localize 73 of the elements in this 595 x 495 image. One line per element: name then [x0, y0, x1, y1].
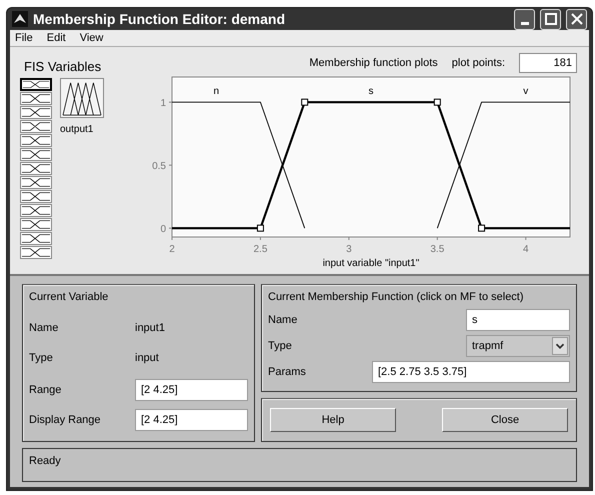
minimize-icon — [520, 22, 528, 25]
plots-label: Membership function plots — [309, 56, 438, 68]
caret-icon — [552, 337, 568, 355]
field-value: input — [135, 352, 160, 364]
x-tick-label: 3.5 — [430, 244, 445, 255]
membership-curve[interactable] — [436, 102, 570, 229]
field-label: Type — [29, 352, 54, 364]
input-variable-icon[interactable] — [20, 78, 52, 91]
dialog-button[interactable]: Help — [270, 408, 396, 432]
y-tick-label: 0.5 — [152, 161, 166, 172]
y-tick: 1 — [160, 98, 172, 110]
range-field[interactable]: [2 4.25] — [135, 379, 248, 401]
panel-title: Current Membership Function (click on MF to select) — [268, 291, 525, 303]
menu-item[interactable]: File — [15, 32, 33, 44]
field-label: Params — [268, 366, 307, 378]
input-variable-icon[interactable] — [20, 148, 52, 161]
minimize-button[interactable] — [514, 8, 535, 30]
close-icon — [570, 13, 582, 26]
x-tick: 4 — [523, 236, 529, 255]
window-title: Membership Function Editor: demand — [33, 11, 286, 28]
x-tick-label: 2.5 — [253, 244, 268, 255]
input-variable-icon[interactable] — [20, 92, 52, 105]
x-tick: 2.5 — [254, 236, 268, 255]
y-tick: 0.5 — [152, 161, 172, 172]
x-tick: 3 — [346, 236, 352, 255]
curve-label: v — [523, 86, 528, 97]
maximize-button[interactable] — [540, 8, 561, 30]
params-field[interactable]: [2.5 2.75 3.5 3.75] — [372, 361, 570, 383]
input-variable-icon[interactable] — [20, 120, 52, 133]
field-label: Range — [29, 384, 62, 396]
x-tick-label: 2 — [169, 244, 176, 255]
plot-points-label: plot points: — [452, 56, 505, 68]
input-variable-icon[interactable] — [20, 176, 52, 189]
x-tick-label: 3 — [346, 244, 352, 255]
maximize-icon — [544, 13, 556, 26]
mf-type-dropdown[interactable]: trapmf — [466, 335, 570, 357]
panel-title: Current Variable — [29, 291, 110, 303]
output-variable-icon[interactable] — [60, 78, 104, 118]
input-variable-icon[interactable] — [20, 246, 52, 259]
input-variable-icon[interactable] — [20, 162, 52, 175]
x-axis-label: input variable "input1" — [322, 258, 420, 269]
field-label: Name — [268, 314, 298, 326]
section-title: FIS Variables — [23, 59, 102, 74]
mf-name-field[interactable]: s — [466, 309, 570, 331]
field-label: Name — [29, 322, 60, 334]
y-tick-label: 0 — [160, 224, 166, 236]
membership-curve[interactable] — [172, 102, 306, 229]
x-tick: 3.5 — [430, 236, 444, 255]
curve-label: s — [368, 86, 374, 97]
input-variable-icon[interactable] — [20, 204, 52, 217]
curve-label: n — [213, 86, 219, 97]
field-value: input1 — [135, 322, 166, 334]
y-tick-label: 1 — [160, 98, 166, 110]
status-text: Ready — [29, 455, 61, 467]
input-variable-icon[interactable] — [20, 218, 52, 231]
y-tick: 0 — [160, 224, 172, 236]
x-tick-label: 4 — [522, 244, 529, 255]
plot-points-field[interactable]: 181 — [519, 52, 577, 72]
input-variable-icon[interactable] — [20, 232, 52, 245]
input-variable-icon[interactable] — [20, 190, 52, 203]
dialog-button[interactable]: Close — [442, 408, 568, 432]
menu-item[interactable]: Edit — [46, 32, 66, 44]
selected-curve[interactable] — [172, 98, 570, 232]
field-label: Type — [268, 340, 293, 352]
display-range-field[interactable]: [2 4.25] — [135, 409, 248, 431]
x-tick: 2 — [169, 236, 175, 255]
close-button[interactable] — [566, 8, 587, 30]
input-variable-icon[interactable] — [20, 134, 52, 147]
app-icon — [12, 11, 28, 28]
menu-item[interactable]: View — [80, 32, 104, 44]
variable-label: output1 — [60, 124, 94, 135]
input-variable-icon[interactable] — [20, 106, 52, 119]
field-label: Display Range — [29, 414, 102, 426]
